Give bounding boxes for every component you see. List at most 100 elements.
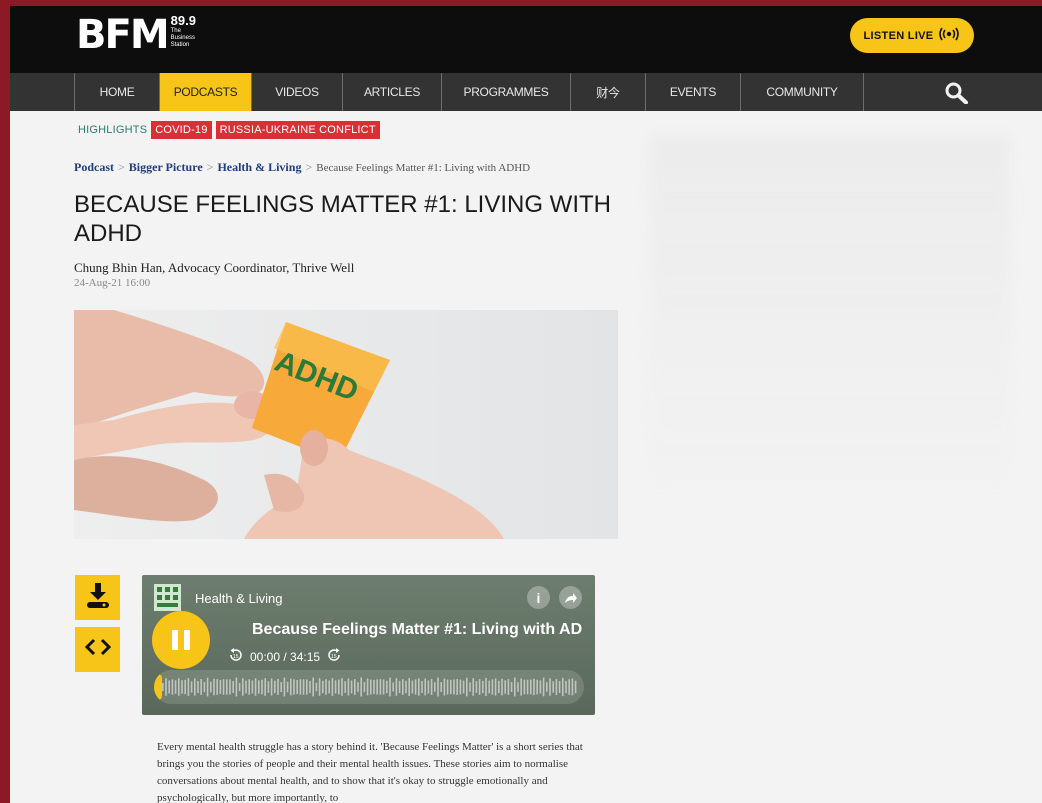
nav-item-programmes[interactable]: PROGRAMMES: [441, 73, 570, 111]
waveform-bar: [405, 680, 407, 694]
time-total: 34:15: [290, 649, 321, 664]
nav-label: COMMUNITY: [766, 85, 838, 99]
waveform-bar: [443, 678, 446, 696]
highlights-bar: HIGHLIGHTS COVID-19 RUSSIA-UKRAINE CONFL…: [78, 121, 380, 139]
nav-item-events[interactable]: EVENTS: [645, 73, 740, 111]
logo-side: 89.9 The Business Station: [171, 14, 196, 49]
waveform-bar: [565, 680, 567, 694]
waveform-bar: [190, 681, 193, 693]
waveform-bar: [392, 682, 394, 692]
waveform-bar: [187, 678, 190, 696]
waveform-bar: [267, 681, 270, 693]
breadcrumb-podcast[interactable]: Podcast: [74, 160, 114, 174]
waveform-bar: [552, 681, 554, 693]
listen-live-button[interactable]: LISTEN LIVE: [850, 18, 974, 53]
progress-marker[interactable]: [154, 674, 162, 700]
waveform-bar: [286, 681, 289, 693]
player-show-name[interactable]: Health & Living: [195, 591, 282, 606]
article-description: Every mental health struggle has a story…: [157, 741, 583, 803]
player-time-row: 15 00:00 / 34:15 15: [228, 647, 342, 666]
waveform-bar: [482, 680, 484, 694]
highlight-tag-russia-ukraine[interactable]: RUSSIA-UKRAINE CONFLICT: [215, 121, 380, 139]
search-icon[interactable]: [945, 82, 969, 109]
waveform-bar: [350, 680, 353, 694]
waveform-bar: [469, 682, 471, 692]
nav-item-videos[interactable]: VIDEOS: [251, 73, 342, 111]
breadcrumb-health-living[interactable]: Health & Living: [217, 160, 301, 174]
highlight-tag-covid[interactable]: COVID-19: [151, 121, 212, 139]
breadcrumb-bigger-picture[interactable]: Bigger Picture: [129, 160, 203, 174]
waveform-bar: [200, 679, 202, 695]
download-button[interactable]: [75, 575, 120, 620]
waveform-bar: [562, 677, 564, 697]
nav-item-articles[interactable]: ARTICLES: [342, 73, 441, 111]
waveform-bar: [494, 678, 497, 696]
waveform-bar: [347, 678, 350, 696]
waveform-bar: [203, 681, 206, 693]
breadcrumb-separator: >: [305, 160, 313, 174]
waveform-bar: [331, 678, 334, 696]
waveform-bar: [363, 681, 366, 693]
logo-text: BFM: [76, 12, 170, 58]
waveform-bar: [462, 680, 465, 694]
nav-label: PODCASTS: [173, 85, 238, 99]
pause-button[interactable]: [152, 611, 210, 669]
waveform: [154, 674, 577, 700]
nav-item-community[interactable]: COMMUNITY: [740, 73, 864, 111]
waveform-bar: [178, 678, 180, 696]
nav-label: EVENTS: [669, 85, 717, 99]
time-current: 00:00: [250, 649, 281, 664]
waveform-bar: [354, 679, 356, 695]
waveform-bar: [229, 679, 231, 695]
waveform-bar: [478, 679, 481, 695]
waveform-bar: [424, 678, 426, 696]
waveform-bar: [238, 682, 241, 692]
waveform-bar: [466, 677, 468, 697]
waveform-bar: [322, 680, 324, 694]
waveform-bar: [280, 681, 282, 693]
waveform-bar: [306, 679, 308, 695]
rewind-15-icon[interactable]: 15: [228, 647, 244, 666]
forward-label: 15: [331, 654, 337, 660]
sidebar-ad-placeholder: [650, 136, 1010, 496]
embed-code-icon: [84, 637, 112, 662]
waveform-bar: [226, 679, 228, 695]
waveform-bar: [277, 679, 279, 695]
nav-item-podcasts[interactable]: PODCASTS: [159, 73, 251, 111]
waveform-bar: [568, 679, 570, 695]
waveform-bar: [450, 679, 452, 695]
share-icon[interactable]: [559, 586, 582, 609]
waveform-bar: [360, 677, 362, 697]
waveform-bar: [555, 679, 558, 695]
bfm-logo[interactable]: BFM 89.9 The Business Station: [76, 12, 196, 58]
waveform-bar: [427, 680, 430, 694]
forward-15-icon[interactable]: 15: [326, 647, 342, 666]
waveform-bar: [536, 679, 538, 695]
site-header: BFM 89.9 The Business Station LISTEN LIV…: [10, 6, 1042, 73]
waveform-bar: [171, 679, 174, 695]
waveform-bar: [472, 678, 474, 696]
page-title: BECAUSE FEELINGS MATTER #1: LIVING WITH …: [74, 191, 611, 247]
article-date: 24-Aug-21 16:00: [74, 277, 151, 289]
info-icon[interactable]: i: [527, 586, 550, 609]
waveform-bar: [520, 678, 522, 696]
nav-label: ARTICLES: [363, 85, 421, 99]
player-time: 00:00 / 34:15: [250, 650, 320, 664]
waveform-bar: [197, 680, 199, 694]
waveform-bar: [168, 680, 170, 694]
rewind-label: 15: [233, 654, 239, 660]
waveform-bar: [261, 679, 263, 695]
waveform-bar: [210, 681, 212, 693]
waveform-bar: [290, 678, 292, 696]
waveform-bar: [418, 678, 420, 696]
waveform-bar: [558, 681, 561, 693]
nav-item-home[interactable]: HOME: [74, 73, 159, 111]
waveform-scrubber[interactable]: [154, 670, 584, 704]
download-icon: [85, 581, 111, 614]
waveform-bar: [546, 682, 548, 692]
waveform-bar: [523, 679, 526, 695]
waveform-bar: [328, 680, 330, 694]
waveform-bar: [254, 678, 257, 696]
embed-button[interactable]: [75, 627, 120, 672]
nav-item-chinese[interactable]: 财今: [570, 73, 645, 111]
